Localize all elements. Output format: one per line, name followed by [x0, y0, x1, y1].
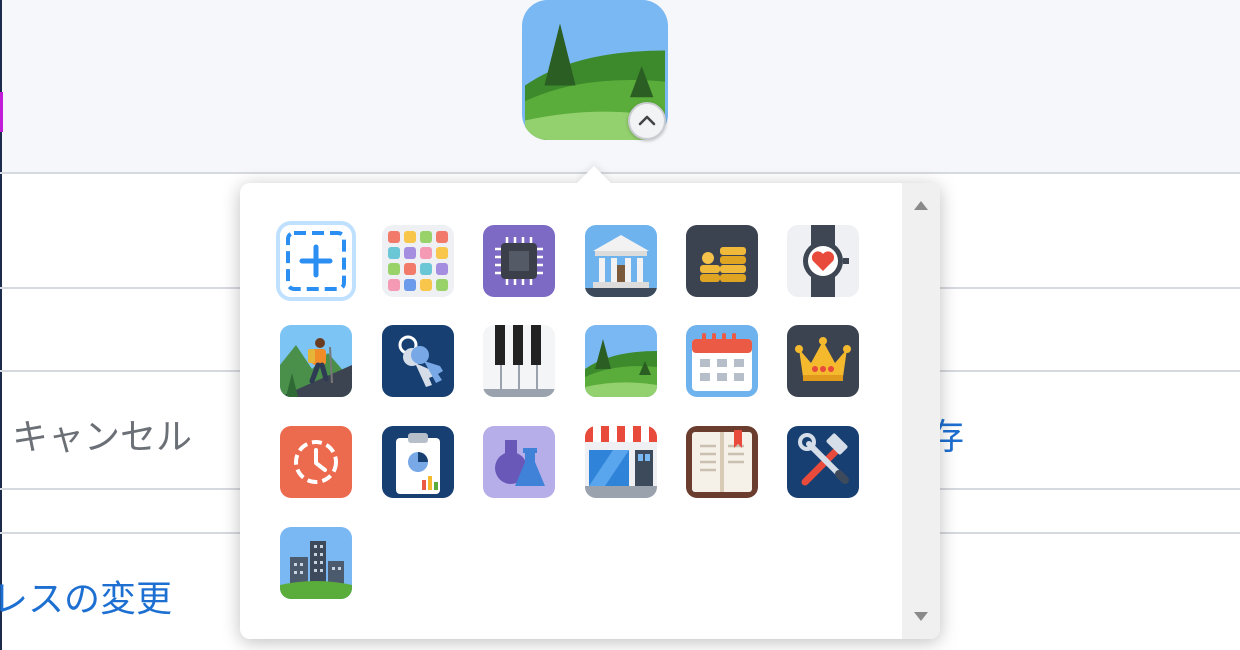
icon-option-flasks[interactable] — [483, 426, 555, 498]
icon-option-city[interactable] — [280, 527, 352, 599]
hiker-icon — [280, 325, 352, 397]
icon-option-color-grid[interactable] — [382, 225, 454, 297]
icon-option-coins[interactable] — [686, 225, 758, 297]
icon-option-bank[interactable] — [585, 225, 657, 297]
add-custom-icon — [280, 225, 352, 297]
scroll-down-icon[interactable] — [914, 612, 928, 621]
collapse-picker-button[interactable] — [628, 102, 666, 140]
chevron-up-icon — [638, 115, 656, 126]
piano-icon — [483, 325, 555, 397]
flasks-icon — [483, 426, 555, 498]
landscape-icon — [585, 325, 657, 397]
icon-option-storefront[interactable] — [585, 426, 657, 498]
book-icon — [686, 426, 758, 498]
chip-icon — [483, 225, 555, 297]
icon-option-hiker[interactable] — [280, 325, 352, 397]
tools-icon — [787, 426, 859, 498]
divider — [0, 172, 1240, 174]
icon-option-calendar[interactable] — [686, 325, 758, 397]
history-icon — [280, 426, 352, 498]
color-grid-icon — [382, 225, 454, 297]
icon-option-landscape[interactable] — [585, 325, 657, 397]
cancel-button[interactable]: キャンセル — [12, 408, 192, 460]
city-icon — [280, 527, 352, 599]
calendar-icon — [686, 325, 758, 397]
crown-icon — [787, 325, 859, 397]
scroll-up-icon[interactable] — [914, 201, 928, 210]
bank-icon — [585, 225, 657, 297]
keys-icon — [382, 325, 454, 397]
window-left-accent — [0, 92, 3, 132]
report-clipboard-icon — [382, 426, 454, 498]
icon-option-report-clipboard[interactable] — [382, 426, 454, 498]
icon-option-chip[interactable] — [483, 225, 555, 297]
icon-option-history[interactable] — [280, 426, 352, 498]
icon-option-add-custom[interactable] — [280, 225, 352, 297]
storefront-icon — [585, 426, 657, 498]
icon-option-tools[interactable] — [787, 426, 859, 498]
coins-icon — [686, 225, 758, 297]
icon-option-crown[interactable] — [787, 325, 859, 397]
icon-option-book[interactable] — [686, 426, 758, 498]
popover-scrollbar[interactable] — [902, 183, 940, 639]
heart-watch-icon — [787, 225, 859, 297]
icon-option-piano[interactable] — [483, 325, 555, 397]
icon-picker-popover — [240, 166, 940, 639]
icon-option-keys[interactable] — [382, 325, 454, 397]
icon-option-heart-watch[interactable] — [787, 225, 859, 297]
change-address-link[interactable]: レスの変更 — [0, 570, 172, 622]
